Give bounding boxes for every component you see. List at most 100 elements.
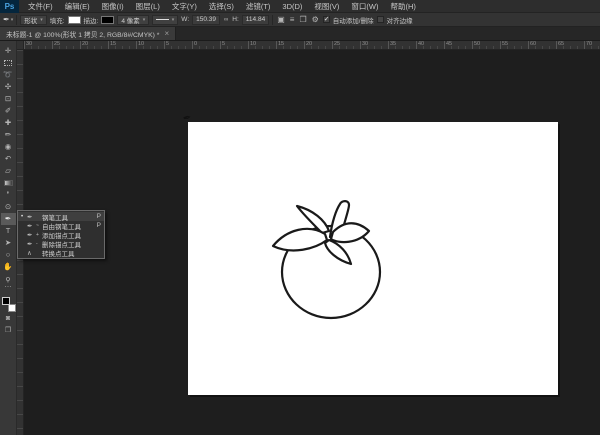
- screen-mode-button[interactable]: ❐: [2, 325, 15, 334]
- freeform-pen-tool-icon: ✒: [27, 222, 33, 230]
- ruler-tick: 5: [164, 41, 192, 49]
- horizontal-type-tool[interactable]: T: [1, 225, 16, 237]
- ruler-tick: 10: [248, 41, 276, 49]
- quick-mask-button[interactable]: ◙: [2, 314, 15, 323]
- ruler-tick: 25: [52, 41, 80, 49]
- chevron-down-icon: ▾: [10, 16, 14, 23]
- canvas[interactable]: [188, 122, 558, 395]
- menu-item[interactable]: 3D(D): [276, 0, 308, 13]
- spot-healing-brush-tool[interactable]: ✚: [1, 117, 16, 129]
- ruler-tick: 30: [24, 41, 52, 49]
- gradient-tool[interactable]: [1, 177, 16, 189]
- close-icon[interactable]: ×: [164, 29, 169, 38]
- ruler-tick: 40: [416, 41, 444, 49]
- ruler-tick: 15: [108, 41, 136, 49]
- pen-tool-flyout-menu: • ✒ 钢笔工具 P ✒ ~ 自由钢笔工具 P ✒ + 添加锚点工具 ✒ - 删…: [17, 210, 105, 259]
- menu-item[interactable]: 图像(I): [96, 0, 130, 13]
- crop-tool[interactable]: ⊡: [1, 93, 16, 105]
- background-color-swatch[interactable]: [7, 304, 16, 312]
- menu-item[interactable]: 帮助(H): [385, 0, 422, 13]
- ruler-tick: 10: [136, 41, 164, 49]
- path-arrangement-icon[interactable]: ❐: [298, 15, 307, 24]
- history-brush-tool[interactable]: ↶: [1, 153, 16, 165]
- menu-item[interactable]: 窗口(W): [345, 0, 384, 13]
- blur-tool[interactable]: ❜: [1, 189, 16, 201]
- ruler-tick: 25: [332, 41, 360, 49]
- tool-modifier: ~: [36, 222, 39, 229]
- horizontal-ruler[interactable]: 30 25 20 15 10 5 0 5 10 15 20 25 30 35 4…: [24, 41, 600, 50]
- eraser-tool[interactable]: ▱: [1, 165, 16, 177]
- menu-item[interactable]: 视图(V): [308, 0, 345, 13]
- tomato-line-drawing: [271, 200, 382, 320]
- ruler-tick: 50: [472, 41, 500, 49]
- convert-point-tool-icon: ∧: [27, 249, 32, 257]
- document-tab[interactable]: 未标题-1 @ 100%(形状 1 拷贝 2, RGB/8#/CMYK) * ×: [0, 27, 177, 40]
- tool-options-bar: ✒ ▾ 形状 ▾ 填充: 描边: 4 像素 ▾ ▾ W: 150.39 ∞ H:…: [0, 13, 600, 27]
- foreground-color-swatch[interactable]: [1, 297, 10, 305]
- ellipse-tool[interactable]: ○: [1, 249, 16, 261]
- tool-preset-picker[interactable]: ✒ ▾: [3, 15, 13, 24]
- photoshop-logo: Ps: [0, 0, 19, 13]
- pen-tool[interactable]: ✒: [0, 213, 16, 225]
- selected-bullet: •: [21, 213, 24, 220]
- convert-point-tool-item[interactable]: ∧ 转换点工具: [18, 248, 104, 258]
- fill-color-swatch[interactable]: [67, 15, 81, 24]
- stroke-label: 描边:: [83, 17, 99, 25]
- ruler-corner: [17, 41, 24, 50]
- menu-item[interactable]: 文件(F): [22, 0, 59, 13]
- menu-item[interactable]: 文字(Y): [166, 0, 203, 13]
- path-selection-tool[interactable]: ➤: [1, 237, 16, 249]
- photoshop-window: { "app": { "logo": "Ps" }, "menubar": { …: [0, 0, 600, 435]
- chevron-down-icon: ▾: [142, 16, 146, 23]
- dodge-tool[interactable]: ⊙: [1, 201, 16, 213]
- menu-bar: Ps 文件(F) 编辑(E) 图像(I) 图层(L) 文字(Y) 选择(S) 滤…: [0, 0, 600, 13]
- document-tab-bar: 未标题-1 @ 100%(形状 1 拷贝 2, RGB/8#/CMYK) * ×: [0, 27, 600, 41]
- edit-toolbar-button[interactable]: ⋯: [5, 284, 12, 293]
- ruler-tick: 65: [556, 41, 584, 49]
- link-dimensions-icon[interactable]: ∞: [223, 17, 229, 23]
- menu-item[interactable]: 选择(S): [203, 0, 240, 13]
- chevron-down-icon: ▾: [40, 16, 43, 23]
- tool-mode-dropdown[interactable]: 形状 ▾: [20, 14, 47, 25]
- gear-icon[interactable]: ⚙: [311, 15, 320, 24]
- lasso-tool[interactable]: ➰: [1, 69, 16, 81]
- menu-item[interactable]: 图层(L): [130, 0, 166, 13]
- add-anchor-point-tool-icon: ✒: [27, 231, 33, 239]
- eyedropper-tool[interactable]: ✐: [1, 105, 16, 117]
- document-title: 未标题-1 @ 100%(形状 1 拷贝 2, RGB/8#/CMYK) *: [6, 31, 160, 39]
- separator: [16, 14, 18, 25]
- stroke-color-swatch[interactable]: [101, 15, 115, 24]
- ruler-tick: 35: [388, 41, 416, 49]
- clone-stamp-tool[interactable]: ◉: [1, 141, 16, 153]
- chevron-down-icon: ▾: [171, 16, 175, 23]
- stroke-width-dropdown[interactable]: 4 像素 ▾: [117, 14, 150, 25]
- pen-tool-icon: ✒: [27, 213, 33, 221]
- shape-height-input[interactable]: 114.84: [241, 14, 270, 25]
- tools-panel: ✛ ➰ ✣ ⊡ ✐ ✚ ✏ ◉ ↶ ▱ ❜ ⊙ ✒ T ➤ ○ ✋ ϙ ⋯ ◙ …: [0, 41, 17, 435]
- rectangular-marquee-tool[interactable]: [1, 57, 16, 69]
- ruler-tick: 20: [304, 41, 332, 49]
- width-label: W:: [181, 16, 190, 23]
- height-label: H:: [232, 16, 239, 23]
- path-alignment-icon[interactable]: ≡: [289, 15, 296, 24]
- ruler-tick: 55: [500, 41, 528, 49]
- tool-modifier: +: [36, 231, 39, 238]
- path-operations-icon[interactable]: ▣: [276, 15, 286, 24]
- brush-tool[interactable]: ✏: [1, 129, 16, 141]
- move-tool[interactable]: ✛: [1, 45, 16, 57]
- color-swatches[interactable]: [1, 296, 16, 312]
- solid-line-icon: [156, 19, 169, 20]
- pen-tool-icon: ✒: [3, 15, 10, 24]
- hand-tool[interactable]: ✋: [1, 261, 16, 273]
- align-edges-checkbox[interactable]: [376, 16, 384, 23]
- align-edges-label: 对齐边缘: [386, 17, 413, 25]
- shape-width-input[interactable]: 150.39: [192, 14, 221, 25]
- menu-item[interactable]: 滤镜(T): [240, 0, 277, 13]
- auto-add-delete-checkbox[interactable]: [322, 15, 330, 23]
- quick-selection-tool[interactable]: ✣: [1, 81, 16, 93]
- stroke-type-dropdown[interactable]: ▾: [152, 14, 179, 25]
- ruler-tick: 60: [528, 41, 556, 49]
- shortcut-key: P: [96, 222, 101, 229]
- auto-add-delete-label: 自动添加/删除: [332, 17, 374, 25]
- menu-item[interactable]: 编辑(E): [59, 0, 96, 13]
